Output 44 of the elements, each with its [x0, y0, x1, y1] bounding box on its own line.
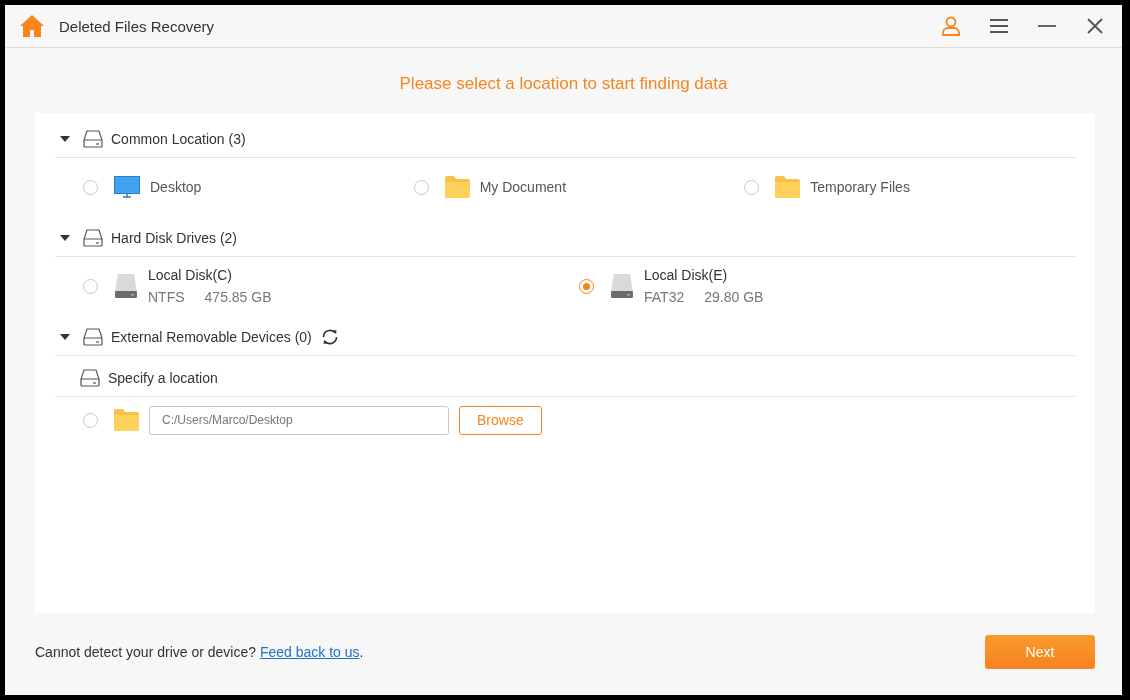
close-icon [1087, 18, 1103, 34]
drive-icon [83, 328, 103, 346]
drive-icon [83, 229, 103, 247]
section-title: Common Location (3) [111, 131, 246, 147]
feedback-link[interactable]: Feed back to us [259, 644, 360, 660]
drive-icon [83, 130, 103, 148]
hard-disk-icon [114, 273, 138, 299]
radio-button[interactable] [744, 179, 760, 195]
radio-button[interactable] [579, 278, 594, 294]
radio-button[interactable] [83, 412, 98, 428]
location-label: Desktop [150, 179, 202, 195]
path-input-field[interactable]: C:/Users/Marco/Desktop [149, 405, 449, 435]
disk-name: Local Disk(E) [644, 267, 729, 283]
expand-caret-icon[interactable] [60, 234, 70, 242]
expand-caret-icon[interactable] [60, 135, 70, 143]
drive-icon [80, 369, 100, 387]
instruction-heading: Please select a location to start finding data [398, 73, 729, 95]
location-label: Temporary Files [810, 179, 910, 195]
home-icon[interactable] [19, 14, 45, 38]
file-system: FAT32 [644, 289, 685, 305]
section-title: Hard Disk Drives (2) [111, 230, 237, 246]
menu-icon [990, 18, 1008, 34]
radio-button[interactable] [83, 278, 98, 294]
hard-disk-icon [610, 273, 634, 299]
disk-name: Local Disk(C) [148, 267, 233, 283]
disk-size: 475.85 GB [204, 289, 272, 305]
section-title: External Removable Devices (0) [111, 329, 312, 345]
radio-button[interactable] [83, 179, 98, 195]
file-system: NTFS [148, 289, 185, 305]
person-icon [941, 16, 961, 36]
location-label: My Document [479, 179, 566, 195]
expand-caret-icon[interactable] [60, 333, 70, 341]
browse-button[interactable]: Browse [459, 405, 542, 435]
section-title: Specify a location [108, 370, 218, 386]
folder-icon [114, 409, 139, 431]
next-button[interactable]: Next [985, 635, 1095, 669]
minimize-icon [1038, 24, 1056, 28]
radio-button[interactable] [413, 179, 429, 195]
monitor-icon [114, 176, 140, 198]
folder-icon [775, 176, 801, 198]
folder-icon [444, 176, 470, 198]
disk-size: 29.80 GB [704, 289, 764, 305]
help-text: Cannot detect your drive or device? Feed back to us. [35, 644, 364, 660]
window-title: Deleted Files Recovery [59, 17, 216, 35]
